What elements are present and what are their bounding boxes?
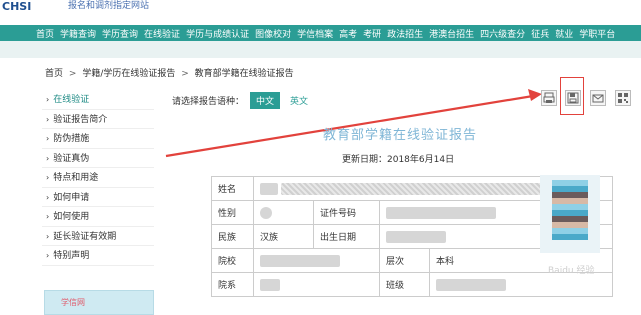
nav-item-verify[interactable]: 在线验证 — [144, 27, 180, 40]
label-name: 姓名 — [211, 176, 254, 201]
sidebar-item-statement[interactable]: › 特别声明 — [42, 246, 154, 266]
top-line-2[interactable]: 报名和调剂指定网站 — [68, 0, 638, 12]
sidebar-item-extend[interactable]: › 延长验证有效期 — [42, 227, 154, 246]
breadcrumb-current: 教育部学籍在线验证报告 — [194, 69, 294, 79]
breadcrumb-home[interactable]: 首页 — [45, 69, 63, 79]
sidebar-item-label: 如何使用 — [53, 212, 90, 222]
value-ethnicity: 汉族 — [253, 224, 314, 249]
chevron-right-icon: > — [181, 69, 189, 79]
nav-item-law[interactable]: 政法招生 — [387, 27, 423, 40]
label-dept: 院系 — [211, 272, 254, 297]
top-bar: CHSI 报名和调剂指定网站 — [0, 0, 641, 26]
label-birth: 出生日期 — [313, 224, 380, 249]
label-id-no: 证件号码 — [313, 200, 380, 225]
sidebar-item-anti-fake[interactable]: › 防伪措施 — [42, 129, 154, 149]
value-dept — [253, 272, 380, 297]
chevron-right-icon: › — [46, 134, 50, 143]
nav-item-hkmt[interactable]: 港澳台招生 — [429, 27, 474, 40]
top-announcement: 报名和调剂指定网站 — [68, 0, 638, 24]
promo-banner[interactable]: 学信网 — [44, 290, 154, 315]
nav-item-cert[interactable]: 学历与成绩认证 — [186, 27, 249, 40]
chevron-right-icon: › — [46, 95, 50, 104]
sidebar: › 在线验证 › 验证报告简介 › 防伪措施 › 验证真伪 › 特点和用途 › 如何申请 ›… — [42, 90, 154, 266]
value-school — [253, 248, 380, 273]
sidebar-item-intro[interactable]: › 验证报告简介 — [42, 110, 154, 129]
nav-item-photo[interactable]: 图像校对 — [255, 27, 291, 40]
redacted-id-no — [386, 206, 496, 219]
sidebar-item-label: 特别声明 — [53, 251, 90, 261]
chevron-right-icon: › — [46, 114, 50, 124]
label-school: 院校 — [211, 248, 254, 273]
language-option-chinese[interactable]: 中文 — [250, 92, 281, 109]
subnav-band — [0, 41, 641, 58]
chevron-right-icon: > — [68, 69, 77, 79]
sidebar-item-label: 特点和用途 — [53, 173, 99, 183]
photo-pixelated — [552, 180, 588, 240]
qrcode-button[interactable] — [615, 90, 631, 106]
sidebar-item-label: 如何申请 — [53, 192, 90, 203]
site-logo[interactable]: CHSI — [2, 0, 42, 16]
sidebar-item-apply[interactable]: › 如何申请 — [42, 188, 154, 207]
qrcode-icon — [618, 93, 628, 103]
sidebar-item-authenticity[interactable]: › 验证真伪 — [42, 149, 154, 168]
print-icon — [543, 92, 555, 103]
nav-item-job[interactable]: 就业 — [555, 27, 573, 40]
label-level: 层次 — [379, 248, 430, 273]
chevron-right-icon: › — [46, 192, 50, 202]
nav-item-kaoyan[interactable]: 考研 — [363, 27, 381, 40]
sidebar-item-label: 验证报告简介 — [53, 114, 108, 125]
language-prompt: 请选择报告语种： — [172, 97, 245, 107]
email-icon — [592, 94, 604, 103]
breadcrumb: 首页 > 学籍/学历在线验证报告 > 教育部学籍在线验证报告 — [45, 66, 294, 79]
redacted-dept — [260, 278, 280, 291]
promo-text: 学信网 — [61, 298, 85, 307]
nav-item-xueji[interactable]: 学籍查询 — [60, 27, 96, 40]
redacted-gender — [260, 206, 272, 219]
nav-item-career[interactable]: 学职平台 — [579, 27, 615, 40]
chevron-right-icon: › — [46, 153, 50, 163]
chevron-right-icon: › — [46, 173, 50, 182]
nav-item-gaokao[interactable]: 高考 — [339, 27, 357, 40]
save-highlight-box — [560, 77, 584, 115]
main-nav: 首页 学籍查询 学历查询 在线验证 学历与成绩认证 图像校对 学信档案 高考 考… — [0, 25, 641, 41]
redacted-name — [260, 182, 278, 195]
breadcrumb-report-section[interactable]: 学籍/学历在线验证报告 — [82, 69, 175, 79]
report-title: 教育部学籍在线验证报告 — [323, 128, 478, 143]
nav-item-army[interactable]: 征兵 — [531, 27, 549, 40]
sidebar-item-label: 验证真伪 — [53, 153, 90, 164]
label-ethnicity: 民族 — [211, 224, 254, 249]
redacted-class — [436, 278, 506, 291]
sidebar-item-usage[interactable]: › 如何使用 — [42, 207, 154, 227]
nav-item-cet[interactable]: 四六级查分 — [480, 27, 525, 40]
sidebar-item-label: 延长验证有效期 — [53, 231, 117, 242]
watermark: Baidu 经验 — [548, 266, 595, 276]
nav-items: 首页 学籍查询 学历查询 在线验证 学历与成绩认证 图像校对 学信档案 高考 考… — [0, 25, 641, 41]
update-date: 更新日期：2018年6月14日 — [342, 155, 455, 165]
print-button[interactable] — [541, 90, 557, 106]
nav-item-home[interactable]: 首页 — [36, 27, 54, 40]
sidebar-item-label: 防伪措施 — [53, 134, 90, 144]
language-option-english[interactable]: 英文 — [286, 92, 312, 109]
chevron-right-icon: › — [46, 251, 50, 260]
nav-item-xueli[interactable]: 学历查询 — [102, 27, 138, 40]
sidebar-item-features[interactable]: › 特点和用途 — [42, 168, 154, 188]
table-row: 院系 班级 — [211, 272, 613, 297]
chevron-right-icon: › — [46, 231, 50, 241]
security-pattern — [280, 182, 581, 195]
sidebar-item-online-verify[interactable]: › 在线验证 — [42, 90, 154, 110]
value-class — [429, 272, 613, 297]
language-selector: 请选择报告语种： 中文 英文 — [172, 92, 312, 109]
label-class: 班级 — [379, 272, 430, 297]
email-button[interactable] — [590, 90, 606, 106]
sidebar-item-label: 在线验证 — [53, 95, 90, 105]
student-photo — [540, 175, 600, 253]
redacted-birth — [386, 230, 446, 243]
value-gender — [253, 200, 314, 225]
redacted-school — [260, 254, 340, 267]
label-gender: 性别 — [211, 200, 254, 225]
chevron-right-icon: › — [46, 212, 50, 221]
nav-item-archive[interactable]: 学信档案 — [297, 27, 333, 40]
